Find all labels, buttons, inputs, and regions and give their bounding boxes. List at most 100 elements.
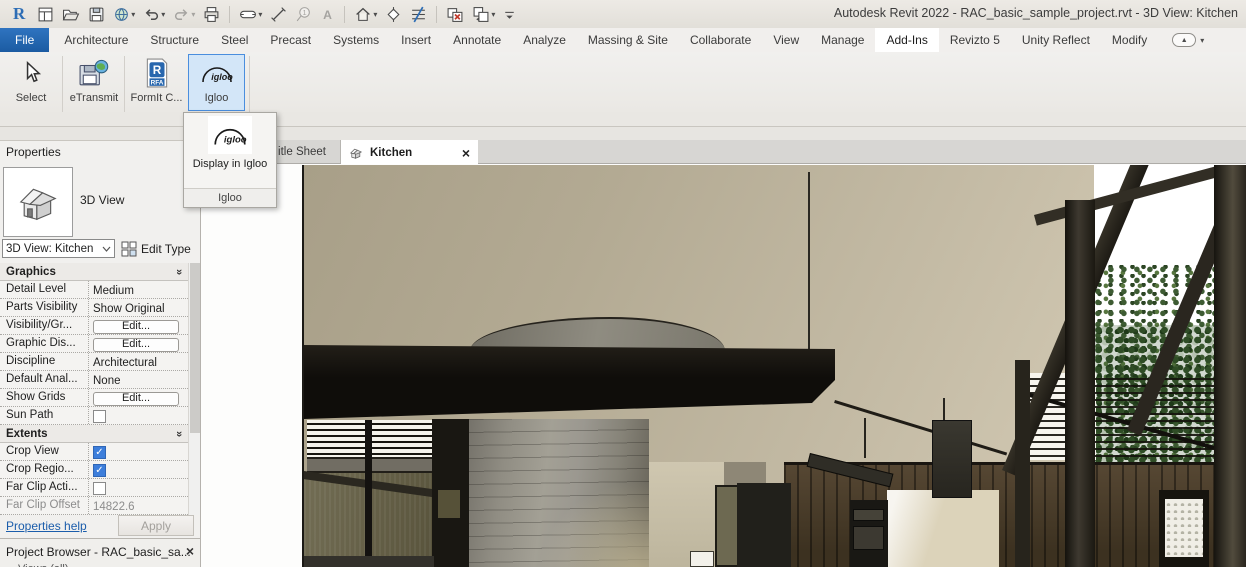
button-label: Igloo <box>205 92 229 104</box>
display-in-igloo-button[interactable]: igloo Display in Igloo <box>184 116 276 170</box>
ribbon-tab-systems[interactable]: Systems <box>322 28 390 52</box>
3d-view-house-icon <box>15 181 61 223</box>
section-header-graphics[interactable]: Graphics » <box>0 263 188 281</box>
revit-logo-icon[interactable]: R <box>6 3 32 25</box>
ribbon-tab-modify[interactable]: Modify <box>1101 28 1158 52</box>
type-preview[interactable] <box>3 167 73 237</box>
crop-region-checkbox[interactable]: ✓ <box>93 464 106 477</box>
panel-title: Igloo <box>184 188 276 207</box>
svg-text:A: A <box>323 8 332 22</box>
text-icon[interactable]: A <box>317 3 338 25</box>
ribbon-tab-massing-site[interactable]: Massing & Site <box>577 28 679 52</box>
aligned-dimension-icon[interactable] <box>267 3 290 25</box>
redo-icon[interactable]: ▾ <box>170 3 198 25</box>
ribbon-tab-revizto[interactable]: Revizto 5 <box>939 28 1011 52</box>
chevron-down-icon: ▾ <box>161 10 165 19</box>
quick-access-toolbar: R ▾ ▾ ▾ <box>0 3 519 25</box>
crop-view-checkbox[interactable]: ✓ <box>93 446 106 459</box>
panel-separator <box>62 56 63 112</box>
close-icon[interactable]: × <box>186 543 194 559</box>
customize-quick-access-toolbar-icon[interactable] <box>500 3 519 25</box>
render-pendant-rod <box>808 172 810 352</box>
save-icon[interactable] <box>85 3 108 25</box>
section-icon[interactable] <box>382 3 405 25</box>
formit-converter-button[interactable]: R RFA FormIt C... <box>127 54 186 111</box>
type-name: 3D View <box>80 193 124 207</box>
button-label: FormIt C... <box>131 92 183 104</box>
edit-button[interactable]: Edit... <box>93 338 179 352</box>
panel-separator <box>249 56 250 112</box>
properties-palette-icon[interactable] <box>34 3 57 25</box>
far-clip-active-checkbox[interactable] <box>93 482 106 495</box>
select-button[interactable]: Select <box>3 54 59 111</box>
project-browser-panel: Project Browser - RAC_basic_sa... × View… <box>0 538 201 567</box>
ribbon-tab-structure[interactable]: Structure <box>139 28 210 52</box>
checkmark-icon: ✓ <box>95 465 103 476</box>
type-selector-dropdown[interactable]: 3D View: Kitchen <box>2 239 115 258</box>
igloo-button[interactable]: igloo Igloo <box>188 54 245 111</box>
edit-type-button[interactable]: Edit Type <box>121 239 191 258</box>
open-file-icon[interactable] <box>59 3 83 25</box>
default-3d-view-icon[interactable]: ▾ <box>351 3 380 25</box>
igloo-icon: igloo <box>199 55 235 91</box>
scrollbar-thumb[interactable] <box>190 263 200 433</box>
button-label: Select <box>16 92 47 104</box>
tag-by-category-icon[interactable]: 1 <box>292 3 315 25</box>
ribbon-tab-insert[interactable]: Insert <box>390 28 442 52</box>
render-oven-face <box>853 509 884 521</box>
undo-icon[interactable]: ▾ <box>140 3 168 25</box>
edit-button[interactable]: Edit... <box>93 392 179 406</box>
close-view-icon[interactable]: × <box>462 145 470 161</box>
render-door-glass <box>1165 499 1203 557</box>
ribbon-tab-view[interactable]: View <box>762 28 810 52</box>
titlebar: R ▾ ▾ ▾ <box>0 0 1246 28</box>
chevron-down-icon <box>102 246 111 252</box>
sync-with-central-icon[interactable]: ▾ <box>110 3 138 25</box>
sun-path-checkbox[interactable] <box>93 410 106 423</box>
ribbon-minimize-icon: ▲ <box>1172 33 1196 47</box>
ribbon-tab-bar: File Architecture Structure Steel Precas… <box>0 28 1246 52</box>
3d-view-viewport[interactable] <box>302 165 1246 567</box>
ribbon-tab-file[interactable]: File <box>0 28 49 52</box>
svg-text:RFA: RFA <box>150 79 163 86</box>
switch-windows-icon[interactable]: ▾ <box>469 3 498 25</box>
svg-text:R: R <box>152 64 161 77</box>
properties-help-link[interactable]: Properties help <box>6 519 87 533</box>
project-browser-tree-item[interactable]: Views (all) <box>18 563 198 567</box>
property-row-discipline: Discipline Architectural <box>0 353 188 371</box>
property-row-crop-region-visible: Crop Regio... ✓ <box>0 461 188 479</box>
toolbar-separator <box>344 6 345 23</box>
checkmark-icon: ✓ <box>95 447 103 458</box>
section-header-extents[interactable]: Extents » <box>0 425 188 443</box>
view-tab-bar: itle Sheet Kitchen × <box>201 140 1246 164</box>
property-row-parts-visibility: Parts Visibility Show Original <box>0 299 188 317</box>
svg-text:igloo: igloo <box>224 134 247 145</box>
ribbon-tab-analyze[interactable]: Analyze <box>512 28 577 52</box>
ribbon-tab-manage[interactable]: Manage <box>810 28 875 52</box>
thin-lines-icon[interactable] <box>407 3 430 25</box>
apply-button[interactable]: Apply <box>118 515 194 536</box>
view-tab-kitchen[interactable]: Kitchen × <box>341 140 478 165</box>
render-concrete-column <box>469 419 649 567</box>
etransmit-button[interactable]: eTransmit <box>66 54 122 111</box>
ribbon-tab-unity-reflect[interactable]: Unity Reflect <box>1011 28 1101 52</box>
ribbon-panel-area: Select eTransmit R RFA FormIt C... igloo … <box>0 52 1246 112</box>
edit-button[interactable]: Edit... <box>93 320 179 334</box>
ribbon-tab-steel[interactable]: Steel <box>210 28 259 52</box>
property-row-far-clip-active: Far Clip Acti... <box>0 479 188 497</box>
render-frame-inset <box>438 490 460 518</box>
print-icon[interactable] <box>200 3 223 25</box>
render-structural-column <box>1015 360 1030 567</box>
ribbon-tab-architecture[interactable]: Architecture <box>53 28 139 52</box>
ribbon-display-toggle[interactable]: ▲ ▾ <box>1172 28 1204 52</box>
ribbon-tab-annotate[interactable]: Annotate <box>442 28 512 52</box>
ribbon-tab-collaborate[interactable]: Collaborate <box>679 28 762 52</box>
ribbon-tab-precast[interactable]: Precast <box>259 28 322 52</box>
revit-window: R ▾ ▾ ▾ <box>0 0 1246 567</box>
ribbon-tab-add-ins[interactable]: Add-Ins <box>875 28 938 52</box>
chevron-down-icon: ▾ <box>258 10 262 19</box>
properties-scrollbar[interactable] <box>188 263 200 515</box>
measure-icon[interactable]: ▾ <box>236 3 265 25</box>
edit-type-icon <box>121 241 137 257</box>
close-inactive-views-icon[interactable] <box>443 3 467 25</box>
